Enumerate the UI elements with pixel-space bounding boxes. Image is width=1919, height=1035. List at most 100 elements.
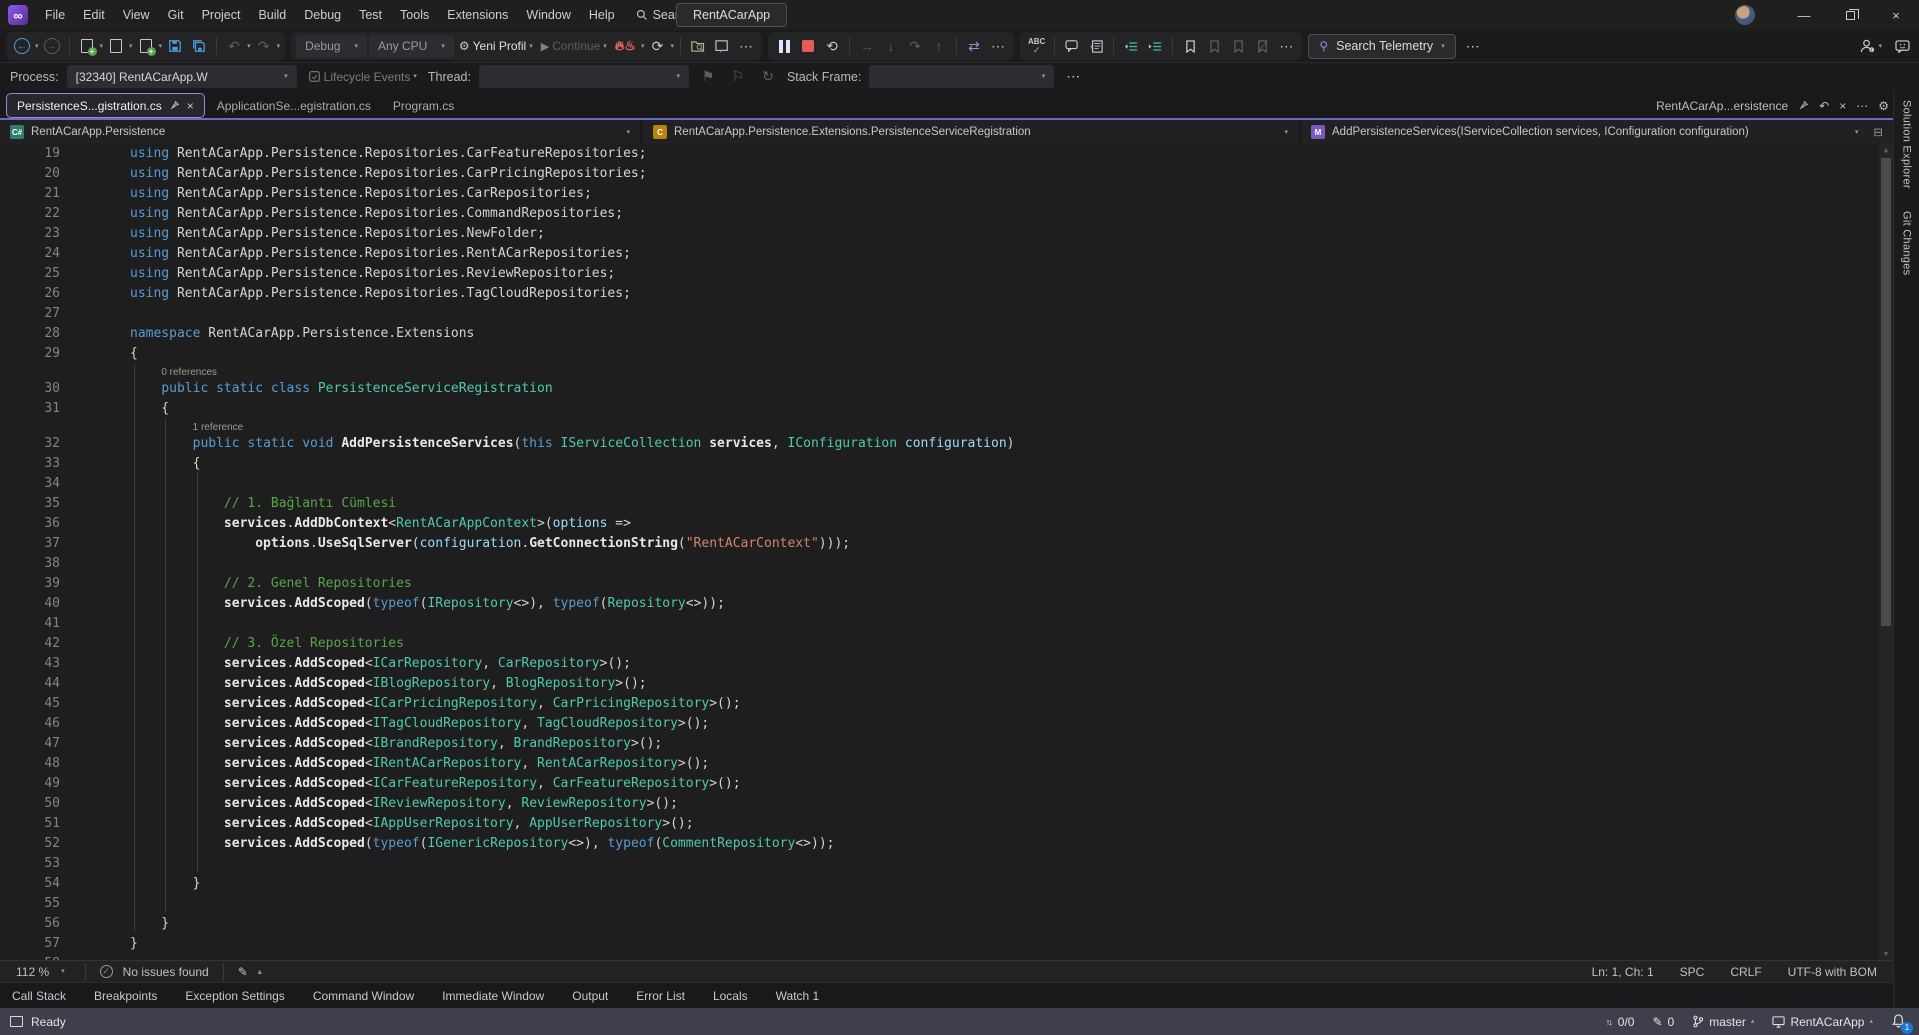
navigate-back-button[interactable]: ←	[11, 34, 33, 58]
code-line-23[interactable]: 23using RentACarApp.Persistence.Reposito…	[0, 224, 1879, 244]
panel-tab-exception-settings[interactable]: Exception Settings	[185, 989, 284, 1003]
selection-margin[interactable]	[72, 184, 130, 204]
toolbar-overflow-button[interactable]: ⋯	[735, 34, 757, 58]
scroll-down-arrow-icon[interactable]: ▼	[1879, 948, 1893, 960]
tab-application-service-registration[interactable]: ApplicationSe...egistration.cs	[207, 93, 381, 118]
selection-margin[interactable]	[72, 164, 130, 184]
code-line-43[interactable]: 43 services.AddScoped<ICarRepository, Ca…	[0, 654, 1879, 674]
continue-button[interactable]: ▶ Continue ▾	[538, 34, 610, 58]
selection-margin[interactable]	[72, 874, 130, 894]
selection-margin[interactable]	[72, 434, 130, 454]
code-line-24[interactable]: 24using RentACarApp.Persistence.Reposito…	[0, 244, 1879, 264]
panel-tab-breakpoints[interactable]: Breakpoints	[94, 989, 157, 1003]
pending-edits-status[interactable]: ✎ 0	[1652, 1015, 1674, 1029]
open-file-button[interactable]	[105, 34, 127, 58]
vertical-scrollbar[interactable]: ▲ ▼	[1879, 144, 1893, 960]
stop-debugging-button[interactable]	[797, 34, 819, 58]
notifications-button[interactable]: 1	[1891, 1013, 1909, 1031]
split-window-icon[interactable]: ⊟	[1873, 125, 1883, 139]
code-line-39[interactable]: 39 // 2. Genel Repositories	[0, 574, 1879, 594]
selection-margin[interactable]	[72, 344, 130, 364]
menu-tools[interactable]: Tools	[391, 0, 438, 30]
save-button[interactable]	[164, 34, 186, 58]
chevron-down-icon[interactable]: ▾	[159, 43, 163, 50]
menu-view[interactable]: View	[114, 0, 159, 30]
selection-margin[interactable]	[72, 204, 130, 224]
toggle-flagged-button[interactable]: ↻	[757, 65, 779, 89]
indent-mode[interactable]: SPC	[1680, 965, 1705, 979]
undo-button[interactable]: ↶	[223, 34, 245, 58]
preview-document-label[interactable]: RentACarAp...ersistence	[1656, 99, 1788, 113]
chevron-down-icon[interactable]: ▾	[670, 43, 674, 50]
code-line-53[interactable]: 53	[0, 854, 1879, 874]
selection-margin[interactable]	[72, 224, 130, 244]
selection-margin[interactable]	[72, 634, 130, 654]
code-line-52[interactable]: 52 services.AddScoped(typeof(IGenericRep…	[0, 834, 1879, 854]
health-label[interactable]: No issues found	[123, 965, 209, 979]
menu-help[interactable]: Help	[580, 0, 624, 30]
side-tab-git-changes[interactable]: Git Changes	[1901, 211, 1913, 275]
flag-threads-button[interactable]: ⚑	[697, 65, 719, 89]
solution-name-box[interactable]: RentACarApp	[676, 3, 787, 27]
show-next-statement-button[interactable]: →	[856, 34, 878, 58]
codelens-indicator[interactable]: 1 reference	[0, 419, 1879, 434]
quick-info-button[interactable]	[1061, 34, 1083, 58]
selection-margin[interactable]	[72, 754, 130, 774]
close-tab-icon[interactable]: ×	[187, 99, 194, 113]
close-button[interactable]: ×	[1873, 0, 1919, 30]
code-line-31[interactable]: 31 {	[0, 399, 1879, 419]
selection-margin[interactable]	[72, 284, 130, 304]
settings-gear-icon[interactable]: ⚙	[1878, 99, 1889, 113]
git-sync-status[interactable]: ↑↓ 0/0	[1606, 1015, 1635, 1029]
member-dropdown[interactable]: M AddPersistenceServices(IServiceCollect…	[1301, 120, 1893, 144]
navigate-forward-button[interactable]: →	[41, 34, 63, 58]
decrease-indent-button[interactable]	[1120, 34, 1142, 58]
promote-preview-icon[interactable]: ↶	[1819, 99, 1829, 113]
selection-margin[interactable]	[72, 734, 130, 754]
codelens-indicator[interactable]: 0 references	[0, 364, 1879, 379]
selection-margin[interactable]	[72, 894, 130, 914]
selection-margin[interactable]	[72, 264, 130, 284]
menu-file[interactable]: File	[36, 0, 74, 30]
side-tab-solution-explorer[interactable]: Solution Explorer	[1901, 100, 1913, 189]
project-dropdown[interactable]: C# RentACarApp.Persistence ▾	[0, 120, 640, 144]
profile-dropdown[interactable]: ⚙ Yeni Profil ▾	[456, 34, 536, 58]
chevron-down-icon[interactable]: ▾	[129, 43, 133, 50]
menu-edit[interactable]: Edit	[74, 0, 114, 30]
code-line-42[interactable]: 42 // 3. Özel Repositories	[0, 634, 1879, 654]
code-line-46[interactable]: 46 services.AddScoped<ITagCloudRepositor…	[0, 714, 1879, 734]
menu-extensions[interactable]: Extensions	[438, 0, 517, 30]
selection-margin[interactable]	[72, 954, 130, 960]
selection-margin[interactable]	[72, 454, 130, 474]
scroll-up-arrow-icon[interactable]: ▲	[1879, 144, 1893, 156]
code-line-57[interactable]: 57}	[0, 934, 1879, 954]
save-all-button[interactable]	[188, 34, 210, 58]
feedback-button[interactable]: ! ▾	[1857, 34, 1885, 58]
code-line-37[interactable]: 37 options.UseSqlServer(configuration.Ge…	[0, 534, 1879, 554]
step-over-button[interactable]: ↷	[904, 34, 926, 58]
restore-button[interactable]	[1827, 0, 1873, 30]
menu-window[interactable]: Window	[517, 0, 579, 30]
menu-test[interactable]: Test	[350, 0, 391, 30]
code-line-49[interactable]: 49 services.AddScoped<ICarFeatureReposit…	[0, 774, 1879, 794]
code-line-22[interactable]: 22using RentACarApp.Persistence.Reposito…	[0, 204, 1879, 224]
selection-margin[interactable]	[72, 534, 130, 554]
git-branch-selector[interactable]: master ▴	[1692, 1015, 1754, 1029]
code-line-38[interactable]: 38	[0, 554, 1879, 574]
code-line-20[interactable]: 20using RentACarApp.Persistence.Reposito…	[0, 164, 1879, 184]
pin-icon[interactable]	[1798, 100, 1809, 111]
code-line-45[interactable]: 45 services.AddScoped<ICarPricingReposit…	[0, 694, 1879, 714]
selection-margin[interactable]	[72, 514, 130, 534]
pause-button[interactable]	[773, 34, 795, 58]
panel-tab-immediate-window[interactable]: Immediate Window	[442, 989, 544, 1003]
code-line-40[interactable]: 40 services.AddScoped(typeof(IRepository…	[0, 594, 1879, 614]
code-line-34[interactable]: 34	[0, 474, 1879, 494]
selection-margin[interactable]	[72, 594, 130, 614]
panel-tab-locals[interactable]: Locals	[713, 989, 748, 1003]
type-dropdown[interactable]: C RentACarApp.Persistence.Extensions.Per…	[643, 120, 1298, 144]
menu-build[interactable]: Build	[249, 0, 295, 30]
code-line-48[interactable]: 48 services.AddScoped<IRentACarRepositor…	[0, 754, 1879, 774]
code-line-26[interactable]: 26using RentACarApp.Persistence.Reposito…	[0, 284, 1879, 304]
lifecycle-events-button[interactable]: Lifecycle Events ▾	[305, 65, 420, 89]
selection-margin[interactable]	[72, 399, 130, 419]
